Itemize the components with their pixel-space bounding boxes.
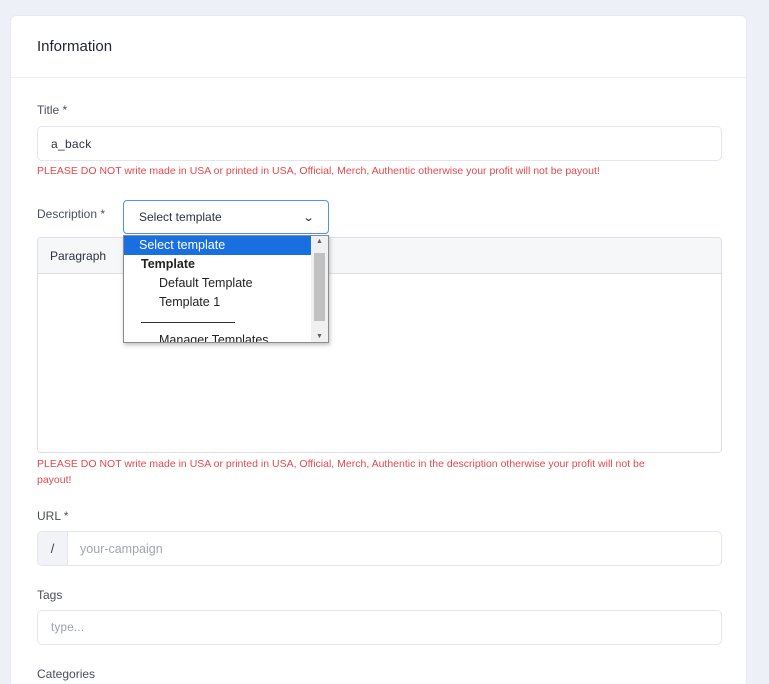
description-warning-line2: payout!	[37, 474, 72, 486]
scroll-down-icon[interactable]: ▼	[311, 333, 328, 340]
dropdown-group-template: Template	[141, 257, 195, 271]
information-card: Information Title * a_back PLEASE DO NOT…	[10, 15, 747, 684]
dropdown-scrollbar[interactable]: ▲ ▼	[311, 236, 328, 342]
chevron-down-icon: ⌄	[302, 211, 315, 224]
card-header: Information	[11, 16, 746, 78]
url-input-group: / your-campaign	[37, 531, 722, 566]
title-input[interactable]: a_back	[37, 126, 722, 161]
template-select[interactable]: Select template ⌄	[123, 200, 329, 234]
title-label: Title *	[37, 103, 68, 117]
url-input[interactable]: your-campaign	[68, 532, 721, 565]
url-prefix: /	[38, 532, 68, 565]
dropdown-option-manager-templates[interactable]: Manager Templates	[124, 331, 311, 342]
tags-input[interactable]: type...	[37, 610, 722, 645]
categories-label: Categories	[37, 667, 96, 681]
scroll-thumb[interactable]	[314, 253, 325, 321]
dropdown-option-placeholder[interactable]: Select template	[124, 236, 311, 255]
template-dropdown[interactable]: Select template Template Default Templat…	[123, 235, 329, 343]
card-title: Information	[37, 38, 113, 55]
dropdown-option-default-template[interactable]: Default Template	[124, 274, 311, 293]
description-warning: PLEASE DO NOT write made in USA or print…	[37, 456, 727, 488]
dropdown-separator	[124, 312, 311, 331]
format-select[interactable]: Paragraph	[50, 249, 106, 263]
tags-label: Tags	[37, 588, 63, 602]
title-warning: PLEASE DO NOT write made in USA or print…	[37, 165, 600, 177]
dropdown-option-template-1[interactable]: Template 1	[124, 293, 311, 312]
template-select-value: Select template	[139, 210, 222, 224]
description-warning-line1: PLEASE DO NOT write made in USA or print…	[37, 458, 645, 470]
scroll-up-icon[interactable]: ▲	[311, 238, 328, 245]
url-label: URL *	[37, 509, 69, 523]
description-label: Description *	[37, 207, 106, 221]
